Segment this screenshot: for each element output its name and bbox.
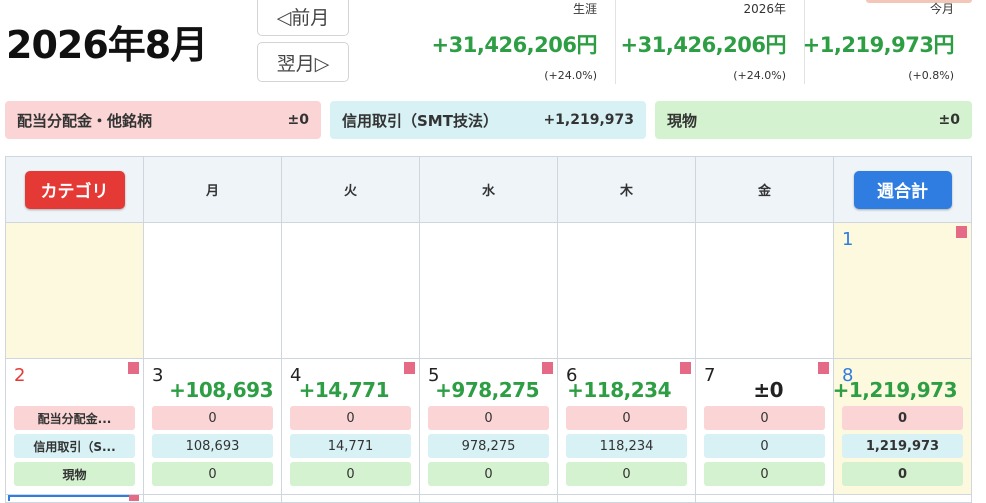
day-total: ±0 xyxy=(753,378,783,402)
value-dividend: 0 xyxy=(152,406,273,430)
week-total-amount: +1,219,973 xyxy=(832,378,958,402)
value-dividend: 0 xyxy=(842,406,963,430)
header-weekday: 火 xyxy=(282,157,419,223)
next-week-row xyxy=(6,495,143,503)
week-total-button[interactable]: 週合計 xyxy=(853,170,952,209)
selected-cell-outline xyxy=(8,495,138,501)
calendar-cell-sunday[interactable]: 2 配当分配金... 信用取引（S... 現物 xyxy=(6,359,143,495)
value-spot: 0 xyxy=(704,462,825,486)
category-summary-margin[interactable]: 信用取引（SMT技法） +1,219,973 xyxy=(330,101,646,139)
day-number: 2 xyxy=(14,365,26,386)
stat-value: +31,426,206円 xyxy=(431,33,598,57)
flag-icon xyxy=(404,362,415,374)
value-margin: 0 xyxy=(704,434,825,458)
column-tuesday: 火 4 +14,771 0 14,771 0 xyxy=(282,157,420,502)
flag-icon xyxy=(542,362,553,374)
page-title: 2026年8月 xyxy=(6,23,208,67)
value-spot: 0 xyxy=(842,462,963,486)
flag-icon xyxy=(128,362,139,374)
calendar-cell-empty xyxy=(144,223,281,359)
category-button[interactable]: カテゴリ xyxy=(24,170,125,209)
calendar-cell-saturday[interactable]: 1 xyxy=(834,223,971,359)
value-margin: 118,234 xyxy=(566,434,687,458)
day-number: 1 xyxy=(842,229,854,250)
category-label: 配当分配金・他銘柄 xyxy=(17,111,153,130)
row-label-dividend: 配当分配金... xyxy=(14,406,135,430)
day-number: 3 xyxy=(152,365,164,386)
stat-month: 今月 +1,219,973円 (+0.8%) xyxy=(802,0,955,82)
value-dividend: 0 xyxy=(566,406,687,430)
column-monday: 月 3 +108,693 0 108,693 0 xyxy=(144,157,282,502)
row-label-margin: 信用取引（S... xyxy=(14,434,135,458)
flag-icon xyxy=(129,495,139,501)
day-total: +108,693 xyxy=(169,378,273,402)
category-value: ±0 xyxy=(287,112,309,128)
day-total: +14,771 xyxy=(298,378,390,402)
calendar-grid: カテゴリ 2 配当分配金... 信用取引（S... 現物 月 3 +108,69… xyxy=(5,156,972,503)
stat-percent: (+24.0%) xyxy=(733,69,786,82)
value-dividend: 0 xyxy=(428,406,549,430)
category-summary-spot[interactable]: 現物 ±0 xyxy=(655,101,972,139)
day-total: +118,234 xyxy=(567,378,671,402)
column-week-total: 週合計 1 8 +1,219,973 0 1,219,973 0 xyxy=(832,157,971,502)
header-weekday: 金 xyxy=(696,157,833,223)
prev-month-button[interactable]: ◁前月 xyxy=(257,0,349,36)
stat-value: +1,219,973円 xyxy=(802,33,955,57)
column-wednesday: 水 5 +978,275 0 978,275 0 xyxy=(420,157,558,502)
header-week-total: 週合計 xyxy=(834,157,971,223)
column-friday: 金 7 ±0 0 0 0 xyxy=(696,157,834,502)
row-label-spot: 現物 xyxy=(14,462,135,486)
flag-icon xyxy=(680,362,691,374)
stat-percent: (+0.8%) xyxy=(908,69,954,82)
stat-divider xyxy=(615,0,616,84)
calendar-cell-empty xyxy=(420,223,557,359)
category-value: ±0 xyxy=(938,112,960,128)
calendar-cell-day[interactable]: 4 +14,771 0 14,771 0 xyxy=(282,359,419,495)
flag-icon xyxy=(818,362,829,374)
calendar-cell-empty xyxy=(6,223,143,359)
stat-lifetime: 生涯 +31,426,206円 (+24.0%) xyxy=(431,0,598,82)
calendar-cell-empty xyxy=(282,223,419,359)
category-summary-dividend[interactable]: 配当分配金・他銘柄 ±0 xyxy=(5,101,321,139)
value-dividend: 0 xyxy=(290,406,411,430)
stat-label: 生涯 xyxy=(572,2,597,16)
value-spot: 0 xyxy=(290,462,411,486)
calendar-cell-empty xyxy=(696,223,833,359)
header-weekday: 木 xyxy=(558,157,695,223)
value-margin: 978,275 xyxy=(428,434,549,458)
calendar-cell-empty xyxy=(558,223,695,359)
calendar-cell-saturday[interactable]: 8 +1,219,973 0 1,219,973 0 xyxy=(832,359,971,495)
value-dividend: 0 xyxy=(704,406,825,430)
category-value: +1,219,973 xyxy=(543,112,634,128)
header-weekday: 水 xyxy=(420,157,557,223)
header-weekday: 月 xyxy=(144,157,281,223)
header-category: カテゴリ xyxy=(6,157,143,223)
stat-percent: (+24.0%) xyxy=(544,69,597,82)
next-month-button[interactable]: 翌月▷ xyxy=(257,42,349,82)
value-spot: 0 xyxy=(428,462,549,486)
value-margin: 108,693 xyxy=(152,434,273,458)
flag-icon xyxy=(956,226,967,238)
stat-value: +31,426,206円 xyxy=(620,33,787,57)
calendar-cell-day[interactable]: 7 ±0 0 0 0 xyxy=(696,359,833,495)
value-spot: 0 xyxy=(152,462,273,486)
value-margin: 1,219,973 xyxy=(842,434,963,458)
calendar-cell-day[interactable]: 6 +118,234 0 118,234 0 xyxy=(558,359,695,495)
stat-label: 2026年 xyxy=(743,2,786,16)
value-margin: 14,771 xyxy=(290,434,411,458)
day-total: +978,275 xyxy=(435,378,539,402)
column-thursday: 木 6 +118,234 0 118,234 0 xyxy=(558,157,696,502)
column-category: カテゴリ 2 配当分配金... 信用取引（S... 現物 xyxy=(6,157,144,502)
category-label: 現物 xyxy=(667,111,698,130)
stat-label: 今月 xyxy=(929,2,954,16)
calendar-cell-day[interactable]: 3 +108,693 0 108,693 0 xyxy=(144,359,281,495)
value-spot: 0 xyxy=(566,462,687,486)
day-number: 7 xyxy=(704,365,716,386)
category-label: 信用取引（SMT技法） xyxy=(342,111,498,130)
stat-year: 2026年 +31,426,206円 (+24.0%) xyxy=(620,0,787,82)
calendar-cell-day[interactable]: 5 +978,275 0 978,275 0 xyxy=(420,359,557,495)
